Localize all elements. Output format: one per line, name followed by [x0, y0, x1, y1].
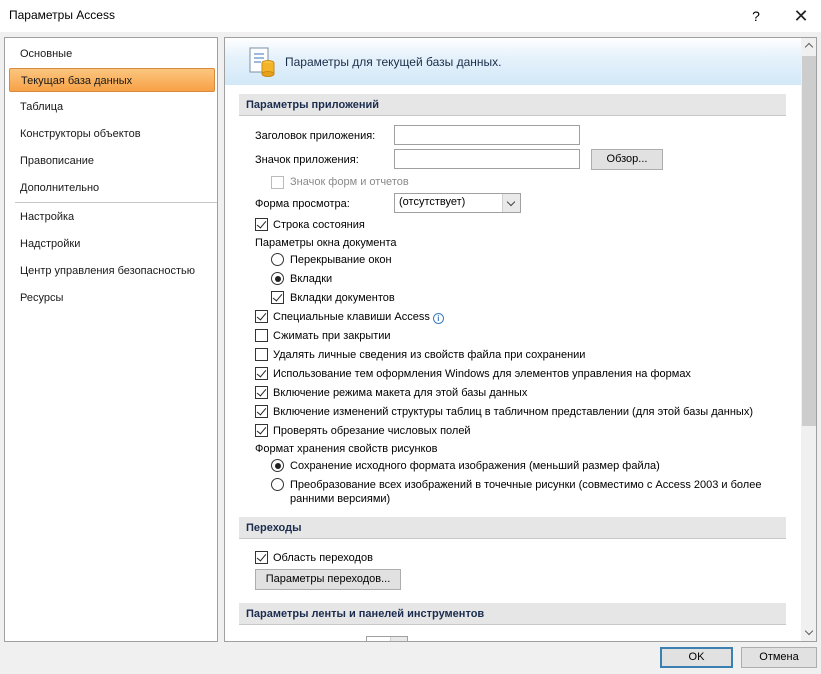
section-header-ribbon: Параметры ленты и панелей инструментов: [239, 603, 786, 625]
layout-view-checkbox[interactable]: [255, 386, 268, 399]
sidebar-item-customize[interactable]: Настройка: [9, 205, 215, 229]
document-tabs-label: Вкладки документов: [290, 292, 395, 304]
icon-forms-reports-checkbox[interactable]: [271, 176, 284, 189]
tabbed-documents-label: Вкладки: [290, 273, 333, 285]
banner-title: Параметры для текущей базы данных.: [285, 55, 502, 69]
access-keys-row: Специальные клавиши Access i: [273, 308, 444, 326]
scroll-thumb[interactable]: [802, 56, 816, 426]
sidebar-item-advanced[interactable]: Дополнительно: [9, 176, 215, 200]
nav-options-button[interactable]: Параметры переходов...: [255, 569, 401, 590]
window-title: Параметры Access: [9, 8, 115, 22]
close-button[interactable]: ✕: [788, 4, 814, 28]
status-bar-checkbox[interactable]: [255, 218, 268, 231]
title-bar: Параметры Access ? ✕: [0, 0, 821, 32]
preserve-format-label: Сохранение исходного формата изображения…: [290, 460, 660, 472]
windows-themes-label: Использование тем оформления Windows для…: [273, 368, 691, 380]
sidebar-item-object-designers[interactable]: Конструкторы объектов: [9, 122, 215, 146]
datasheet-design-label: Включение изменений структуры таблиц в т…: [273, 406, 753, 418]
sidebar-item-trust-center[interactable]: Центр управления безопасностью: [9, 259, 215, 283]
sidebar-item-add-ins[interactable]: Надстройки: [9, 232, 215, 256]
remove-personal-info-checkbox[interactable]: [255, 348, 268, 361]
sidebar-divider: [15, 202, 217, 203]
app-icon-input[interactable]: [394, 149, 580, 169]
ok-button[interactable]: OK: [660, 647, 733, 668]
app-icon-label: Значок приложения:: [255, 154, 359, 166]
display-form-value: (отсутствует): [399, 196, 466, 208]
app-title-label: Заголовок приложения:: [255, 130, 376, 142]
sidebar-item-proofing[interactable]: Правописание: [9, 149, 215, 173]
options-category-sidebar: Основные Текущая база данных Таблица Кон…: [4, 37, 218, 642]
display-form-label: Форма просмотра:: [255, 198, 350, 210]
icon-forms-reports-label: Значок форм и отчетов: [290, 176, 409, 188]
convert-bitmaps-radio[interactable]: [271, 478, 284, 491]
scroll-up-arrow-icon[interactable]: [801, 38, 816, 54]
convert-bitmaps-label-line2: ранними версиями): [290, 493, 391, 505]
display-form-select[interactable]: (отсутствует): [394, 193, 521, 213]
chevron-down-icon[interactable]: [502, 194, 520, 212]
access-keys-checkbox[interactable]: [255, 310, 268, 323]
picture-format-label: Формат хранения свойств рисунков: [255, 443, 438, 455]
section-header-navigation: Переходы: [239, 517, 786, 539]
help-button[interactable]: ?: [744, 5, 768, 27]
access-keys-label: Специальные клавиши Access: [273, 311, 430, 323]
scroll-down-arrow-icon[interactable]: [801, 625, 816, 641]
nav-pane-label: Область переходов: [273, 552, 373, 564]
doc-window-options-label: Параметры окна документа: [255, 237, 397, 249]
layout-view-label: Включение режима макета для этой базы да…: [273, 387, 528, 399]
options-content-panel: Параметры для текущей базы данных. Парам…: [224, 37, 817, 642]
section-header-app-options: Параметры приложений: [239, 94, 786, 116]
compact-on-close-checkbox[interactable]: [255, 329, 268, 342]
ribbon-name-select[interactable]: [366, 636, 408, 641]
overlapping-windows-label: Перекрывание окон: [290, 254, 392, 266]
remove-personal-info-label: Удалять личные сведения из свойств файла…: [273, 349, 586, 361]
status-bar-label: Строка состояния: [273, 219, 365, 231]
datasheet-design-checkbox[interactable]: [255, 405, 268, 418]
truncated-fields-checkbox[interactable]: [255, 424, 268, 437]
cancel-button[interactable]: Отмена: [741, 647, 817, 668]
nav-pane-checkbox[interactable]: [255, 551, 268, 564]
preserve-format-radio[interactable]: [271, 459, 284, 472]
info-icon[interactable]: i: [432, 313, 444, 324]
sidebar-item-resources[interactable]: Ресурсы: [9, 286, 215, 310]
document-tabs-checkbox[interactable]: [271, 291, 284, 304]
tabbed-documents-radio[interactable]: [271, 272, 284, 285]
windows-themes-checkbox[interactable]: [255, 367, 268, 380]
compact-on-close-label: Сжимать при закрытии: [273, 330, 391, 342]
content-scrollbar[interactable]: [801, 38, 816, 641]
document-options-icon: [249, 47, 275, 77]
truncated-fields-label: Проверять обрезание числовых полей: [273, 425, 471, 437]
sidebar-item-current-database[interactable]: Текущая база данных: [9, 68, 215, 92]
sidebar-item-general[interactable]: Основные: [9, 42, 215, 66]
sidebar-item-datasheet[interactable]: Таблица: [9, 95, 215, 119]
overlapping-windows-radio[interactable]: [271, 253, 284, 266]
app-title-input[interactable]: [394, 125, 580, 145]
page-banner: Параметры для текущей базы данных.: [225, 38, 801, 85]
browse-button[interactable]: Обзор...: [591, 149, 663, 170]
